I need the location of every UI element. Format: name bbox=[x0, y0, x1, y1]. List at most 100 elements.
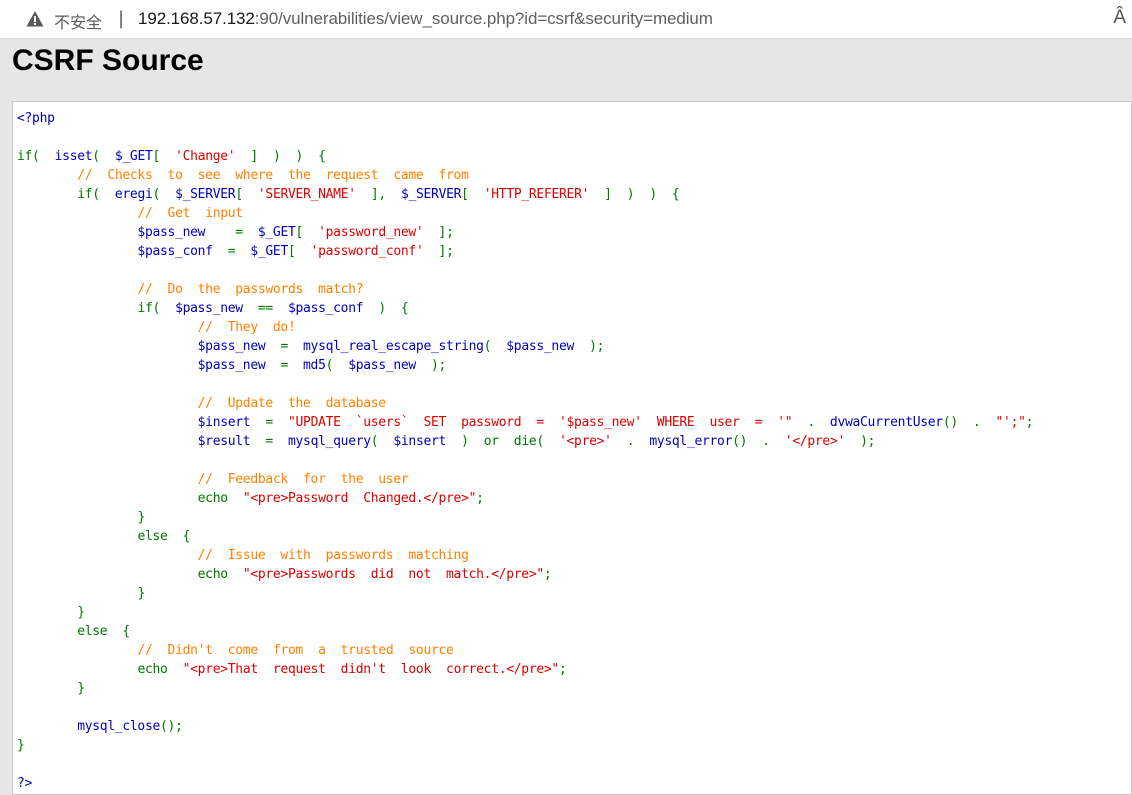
code-line: echo "<pre>Password Changed.</pre>"; bbox=[17, 489, 1033, 508]
code-token: // Didn't come from a trusted source bbox=[137, 643, 454, 658]
code-line: // Feedback for the user bbox=[17, 470, 1033, 489]
code-token: [ bbox=[235, 187, 258, 202]
code-token: // Update the database bbox=[197, 396, 386, 411]
code-token: 'HTTP_REFERER' bbox=[483, 187, 590, 202]
code-token: // They do! bbox=[197, 320, 296, 335]
code-line: // Issue with passwords matching bbox=[17, 546, 1033, 565]
code-token: md5 bbox=[303, 358, 326, 373]
code-token: ( bbox=[152, 187, 176, 202]
code-token: if( bbox=[77, 187, 115, 202]
code-line: } bbox=[17, 508, 1033, 527]
code-token: if( bbox=[137, 301, 176, 316]
code-token: } bbox=[77, 605, 85, 620]
code-token: <?php bbox=[17, 111, 55, 126]
code-token: } bbox=[17, 738, 25, 753]
code-line: mysql_close(); bbox=[17, 717, 1033, 736]
code-token: $pass_new bbox=[17, 358, 281, 373]
code-token: ( bbox=[92, 149, 115, 164]
code-token: $_GET bbox=[114, 149, 153, 164]
address-bar[interactable]: 不安全 | 192.168.57.132:90/vulnerabilities/… bbox=[0, 0, 1132, 39]
code-token: $pass_new bbox=[506, 339, 590, 354]
warning-icon[interactable] bbox=[26, 10, 44, 28]
code-token: "UPDATE `users` SET password = '$pass_ne… bbox=[287, 415, 793, 430]
code-token: . bbox=[611, 434, 650, 449]
code-token: mysql_error bbox=[649, 434, 733, 449]
code-line: // Do the passwords match? bbox=[17, 280, 1033, 299]
code-token: $pass_new bbox=[17, 225, 236, 240]
code-line: $pass_new = mysql_real_escape_string( $p… bbox=[17, 337, 1033, 356]
code-token: 'password_conf' bbox=[310, 244, 424, 259]
code-token: [ bbox=[287, 244, 311, 259]
code-token: isset bbox=[54, 149, 93, 164]
code-token: echo bbox=[137, 662, 183, 677]
code-token: "';" bbox=[995, 415, 1026, 430]
code-token: // Do the passwords match? bbox=[137, 282, 364, 297]
code-token: else { bbox=[77, 624, 130, 639]
code-token: $pass_conf bbox=[17, 244, 228, 259]
code-line: $result = mysql_query( $insert ) or die(… bbox=[17, 432, 1033, 451]
code-token: 'SERVER_NAME' bbox=[257, 187, 356, 202]
url-path: :90/vulnerabilities/view_source.php?id=c… bbox=[254, 9, 713, 28]
code-token: (); bbox=[160, 719, 183, 734]
code-token: $result bbox=[17, 434, 266, 449]
code-token: mysql_close bbox=[17, 719, 161, 734]
code-token: ); bbox=[845, 434, 876, 449]
code-token: $_SERVER bbox=[175, 187, 236, 202]
code-line: <?php bbox=[17, 109, 1033, 128]
code-line: $insert = "UPDATE `users` SET password =… bbox=[17, 413, 1034, 432]
code-token: () . bbox=[942, 415, 996, 430]
code-token: ]; bbox=[423, 225, 454, 240]
code-token: == bbox=[257, 301, 288, 316]
source-code: <?php if( isset( $_GET[ 'Change' ] ) ) {… bbox=[17, 109, 1033, 793]
code-line: // Update the database bbox=[17, 394, 1033, 413]
url-host: 192.168.57.132 bbox=[138, 9, 255, 28]
code-token: ; bbox=[1025, 415, 1034, 430]
reader-mode-icon[interactable]: Â bbox=[1113, 7, 1126, 29]
code-token: dvwaCurrentUser bbox=[829, 415, 943, 430]
security-status-label[interactable]: 不安全 bbox=[54, 9, 102, 33]
code-line: echo "<pre>That request didn't look corr… bbox=[17, 660, 1033, 679]
code-token: // Checks to see where the request came … bbox=[77, 168, 469, 183]
code-token: $pass_new bbox=[175, 301, 258, 316]
code-token: ) or die( bbox=[461, 434, 559, 449]
code-token: $pass_new bbox=[17, 339, 281, 354]
code-token: $_GET bbox=[257, 225, 296, 240]
code-token: ; bbox=[558, 662, 567, 677]
code-line: } bbox=[17, 603, 1033, 622]
code-line: echo "<pre>Passwords did not match.</pre… bbox=[17, 565, 1033, 584]
code-token: ]; bbox=[423, 244, 454, 259]
address-separator: | bbox=[118, 8, 125, 29]
code-line: $pass_conf = $_GET[ 'password_conf' ]; bbox=[17, 242, 1033, 261]
code-token: ( bbox=[325, 358, 349, 373]
code-token: if( bbox=[17, 149, 55, 164]
code-token: echo bbox=[197, 491, 243, 506]
code-line: } bbox=[17, 679, 1033, 698]
code-line: if( eregi( $_SERVER[ 'SERVER_NAME' ], $_… bbox=[17, 185, 1033, 204]
code-token: ( bbox=[483, 339, 507, 354]
code-line: else { bbox=[17, 622, 1033, 641]
code-token: ] ) ) { bbox=[589, 187, 680, 202]
code-token: $_SERVER bbox=[400, 187, 462, 202]
url-text[interactable]: 192.168.57.132:90/vulnerabilities/view_s… bbox=[138, 9, 713, 29]
code-token: ; bbox=[476, 491, 484, 506]
code-token: = bbox=[265, 434, 288, 449]
code-token: // Get input bbox=[137, 206, 243, 221]
code-token: ] ) ) { bbox=[235, 149, 326, 164]
code-line: if( isset( $_GET[ 'Change' ] ) ) { bbox=[17, 147, 1033, 166]
code-token: = bbox=[235, 225, 258, 240]
